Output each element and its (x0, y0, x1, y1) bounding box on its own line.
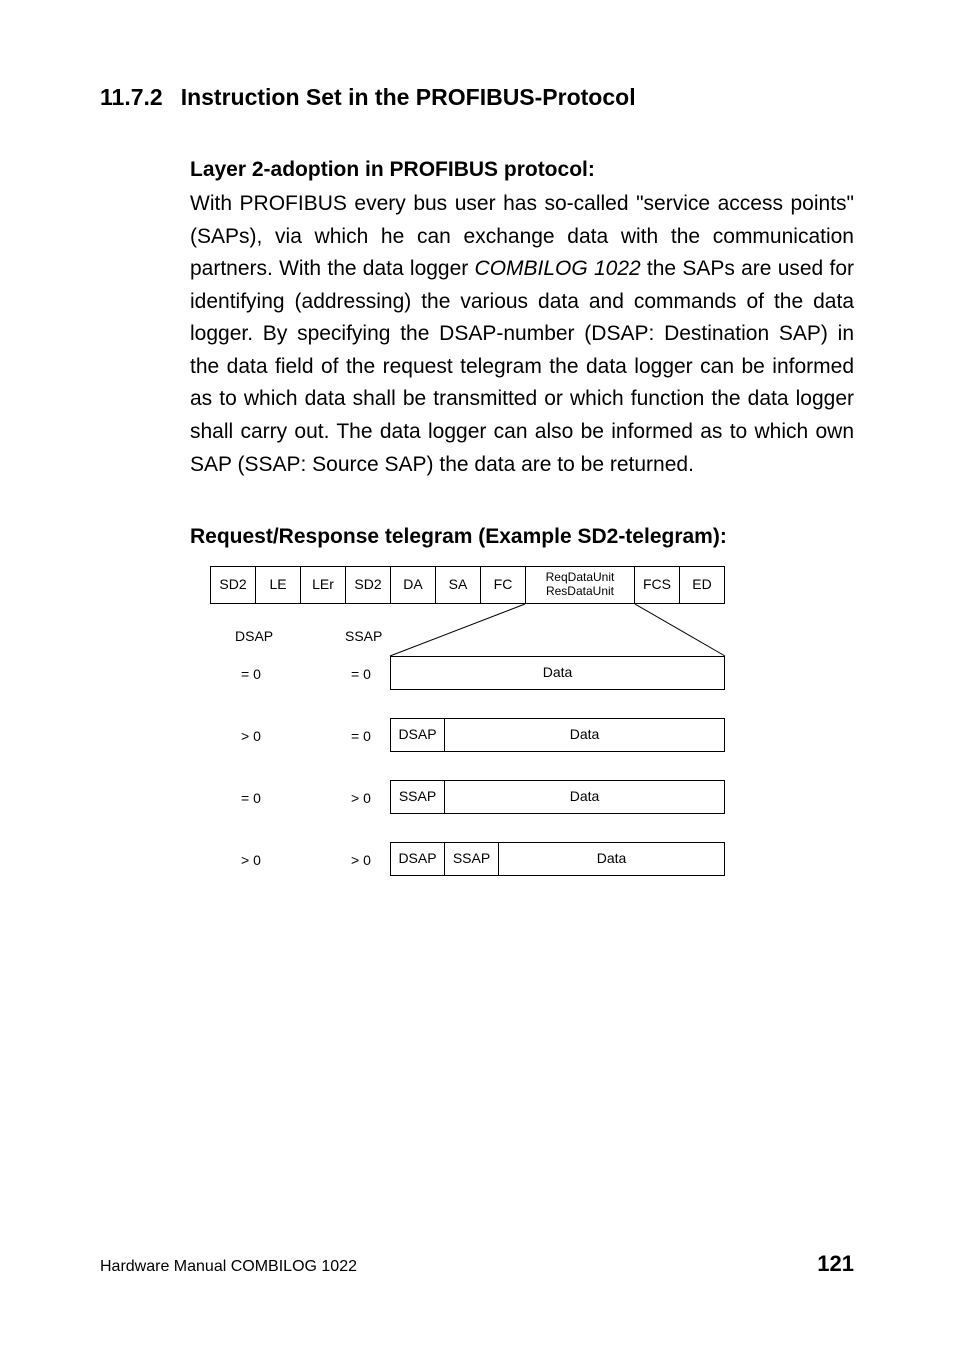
header-cell: ED (679, 566, 725, 604)
row-left-label: > 0 (241, 726, 261, 748)
header-cell: LE (255, 566, 301, 604)
prefix-cell: DSAP (390, 842, 445, 876)
body-italic: COMBILOG 1022 (475, 257, 641, 280)
row-left-label: > 0 (351, 788, 371, 810)
header-cell: SA (435, 566, 481, 604)
row-left-label: = 0 (241, 664, 261, 686)
prefix-cell: SSAP (390, 780, 445, 814)
section-title: Instruction Set in the PROFIBUS-Protocol (181, 80, 636, 116)
data-cell: Data (444, 718, 725, 752)
header-cell: SD2 (345, 566, 391, 604)
row-left-label: = 0 (241, 788, 261, 810)
header-cell: SD2 (210, 566, 256, 604)
section-heading: 11.7.2 Instruction Set in the PROFIBUS-P… (100, 80, 854, 116)
data-cell: Data (444, 780, 725, 814)
header-cell: FC (480, 566, 526, 604)
layer2-heading: Layer 2-adoption in PROFIBUS protocol: (190, 154, 854, 187)
telegram-heading: Request/Response telegram (Example SD2-t… (190, 521, 854, 554)
column-header-label: DSAP (235, 626, 273, 648)
page-number: 121 (817, 1247, 854, 1281)
data-cell: Data (498, 842, 725, 876)
row-left-label: = 0 (351, 664, 371, 686)
footer-text: Hardware Manual COMBILOG 1022 (100, 1255, 357, 1280)
prefix-cell: DSAP (390, 718, 445, 752)
section-number: 11.7.2 (100, 80, 163, 116)
column-header-label: SSAP (345, 626, 382, 648)
layer2-body: With PROFIBUS every bus user has so-call… (190, 188, 854, 481)
body-post: the SAPs are used for identifying (addre… (190, 257, 854, 475)
header-cell: DA (390, 566, 436, 604)
telegram-diagram: SD2LELErSD2DASAFCReqDataUnit ResDataUnit… (190, 566, 930, 906)
data-cell: Data (390, 656, 725, 690)
header-cell: ReqDataUnit ResDataUnit (525, 566, 635, 604)
row-left-label: > 0 (351, 850, 371, 872)
header-cell: FCS (634, 566, 680, 604)
prefix-cell: SSAP (444, 842, 499, 876)
row-left-label: = 0 (351, 726, 371, 748)
header-cell: LEr (300, 566, 346, 604)
row-left-label: > 0 (241, 850, 261, 872)
page-footer: Hardware Manual COMBILOG 1022 121 (100, 1247, 854, 1281)
